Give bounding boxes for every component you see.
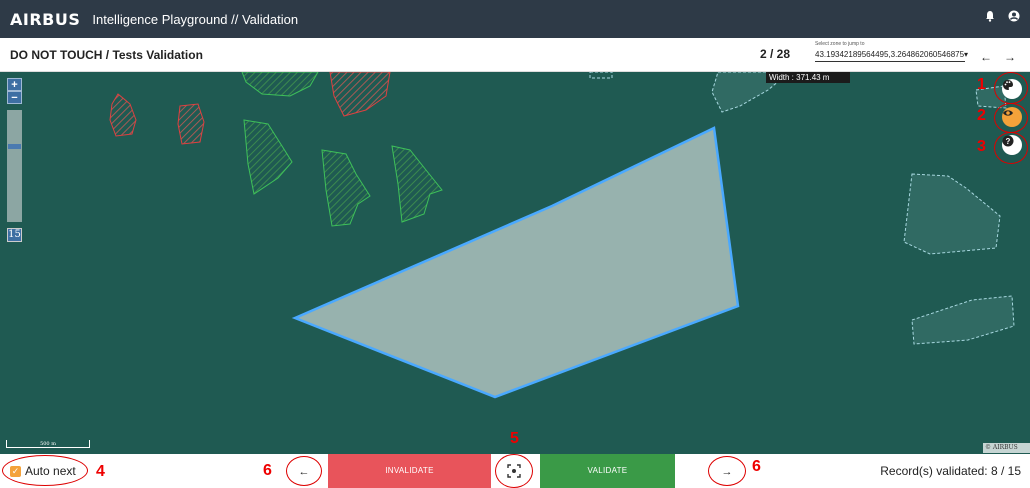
rejected-zone (177, 103, 205, 145)
account-icon[interactable] (1008, 10, 1020, 22)
annotation-number: 6 (263, 462, 272, 479)
airbus-logo: AIRBUS (10, 9, 81, 29)
zoom-out-button[interactable]: − (7, 91, 22, 104)
annotation-number: 2 (977, 107, 986, 124)
annotation-circle (2, 455, 88, 486)
recenter-focus-icon[interactable] (505, 462, 523, 480)
map-view[interactable]: + − 15 Width : 371.43 m ? 1 2 3 5 500 m … (0, 72, 1030, 454)
record-pager: 2 / 28 (760, 47, 791, 61)
dropdown-caret-icon: ▾ (964, 50, 969, 59)
validation-toolbar: ✓ Auto next 4 6 ← INVALIDATE VALIDATE → … (0, 454, 1030, 488)
zoom-slider[interactable] (7, 110, 22, 222)
app-title: Intelligence Playground // Validation (92, 11, 299, 27)
annotation-circle (994, 72, 1028, 104)
annotation-number: 4 (96, 463, 105, 480)
width-readout: Width : 371.43 m (766, 72, 850, 83)
prev-zone-arrow-icon[interactable]: ← (980, 50, 992, 64)
annotation-circle (994, 103, 1028, 133)
records-validated-count: Record(s) validated: 8 / 15 (880, 464, 1021, 478)
map-overlay (0, 72, 1030, 454)
zone-select-value: 43.19342189564495,3.264862060546875 (815, 50, 965, 59)
app-header: AIRBUS Intelligence Playground // Valida… (0, 0, 1030, 38)
annotation-number: 6 (752, 458, 761, 475)
annotation-number: 1 (977, 76, 986, 93)
zone-jump-select[interactable]: Select zone to jump to 43.19342189564495… (815, 41, 969, 62)
zoom-level: 15 (7, 228, 22, 242)
next-record-arrow-icon[interactable]: → (718, 463, 736, 481)
map-scale-bar: 500 m (6, 440, 90, 448)
annotation-number: 3 (977, 138, 986, 155)
project-bar: DO NOT TOUCH / Tests Validation 2 / 28 S… (0, 38, 1030, 72)
prev-record-arrow-icon[interactable]: ← (295, 463, 313, 481)
next-zone-arrow-icon[interactable]: → (1004, 50, 1016, 64)
map-attribution: © AIRBUS (983, 443, 1030, 453)
invalidate-button[interactable]: INVALIDATE (328, 454, 491, 488)
zoom-in-button[interactable]: + (7, 78, 22, 91)
annotation-circle (994, 132, 1028, 164)
annotation-number: 5 (510, 430, 519, 447)
bell-icon[interactable] (984, 10, 996, 22)
project-title: DO NOT TOUCH / Tests Validation (10, 47, 203, 62)
validate-button[interactable]: VALIDATE (540, 454, 675, 488)
zoom-control: + − 15 (7, 78, 23, 242)
zoom-slider-thumb[interactable] (8, 144, 21, 149)
zone-select-label: Select zone to jump to (815, 41, 865, 47)
